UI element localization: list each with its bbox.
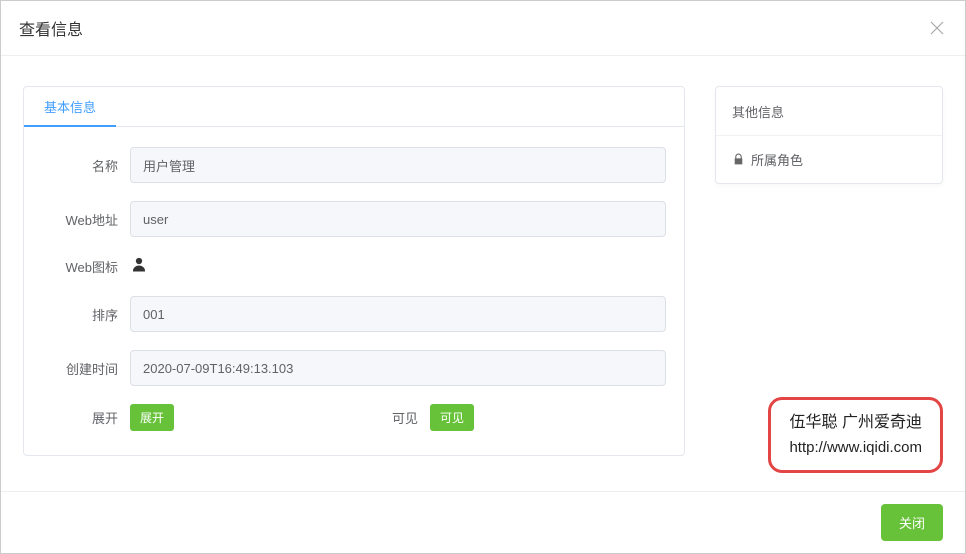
- watermark-url: http://www.iqidi.com: [789, 436, 922, 460]
- tab-basic-info[interactable]: 基本信息: [24, 87, 116, 127]
- user-icon: [130, 260, 148, 277]
- close-button[interactable]: 关闭: [881, 504, 943, 541]
- row-flags: 展开 展开 可见 可见: [42, 404, 666, 431]
- sidebar-item-label: 所属角色: [751, 150, 803, 169]
- row-web-icon: Web图标: [42, 255, 666, 278]
- label-sort: 排序: [42, 305, 130, 324]
- left-column: 基本信息 名称 Web地址: [23, 86, 685, 481]
- sidebar-item-roles[interactable]: 所属角色: [716, 135, 942, 183]
- dialog-header: 查看信息: [1, 1, 965, 56]
- tag-visible: 可见: [430, 404, 474, 431]
- dialog: 查看信息 基本信息 名称 Web地址: [0, 0, 966, 554]
- watermark-name: 伍华聪 广州爱奇迪: [789, 410, 922, 436]
- label-visible: 可见: [392, 408, 430, 427]
- sidebar-item-other[interactable]: 其他信息: [716, 87, 942, 135]
- label-expand: 展开: [42, 408, 130, 427]
- row-name: 名称: [42, 147, 666, 183]
- input-name[interactable]: [130, 147, 666, 183]
- dialog-footer: 关闭: [1, 491, 965, 553]
- label-name: 名称: [42, 156, 130, 175]
- side-card: 其他信息 所属角色: [715, 86, 943, 184]
- row-web-addr: Web地址: [42, 201, 666, 237]
- sidebar-item-label: 其他信息: [732, 102, 784, 121]
- close-icon[interactable]: [927, 18, 947, 38]
- input-create-time[interactable]: [130, 350, 666, 386]
- label-web-addr: Web地址: [42, 210, 130, 229]
- form-card: 基本信息 名称 Web地址: [23, 86, 685, 456]
- watermark: 伍华聪 广州爱奇迪 http://www.iqidi.com: [768, 397, 943, 473]
- dialog-title: 查看信息: [19, 16, 83, 40]
- row-create-time: 创建时间: [42, 350, 666, 386]
- tab-bar: 基本信息: [24, 87, 684, 127]
- row-sort: 排序: [42, 296, 666, 332]
- label-create-time: 创建时间: [42, 359, 130, 378]
- form-body: 名称 Web地址 Web图标: [24, 127, 684, 455]
- input-web-addr[interactable]: [130, 201, 666, 237]
- lock-icon: [732, 153, 745, 166]
- label-web-icon: Web图标: [42, 257, 130, 276]
- tag-expand: 展开: [130, 404, 174, 431]
- input-sort[interactable]: [130, 296, 666, 332]
